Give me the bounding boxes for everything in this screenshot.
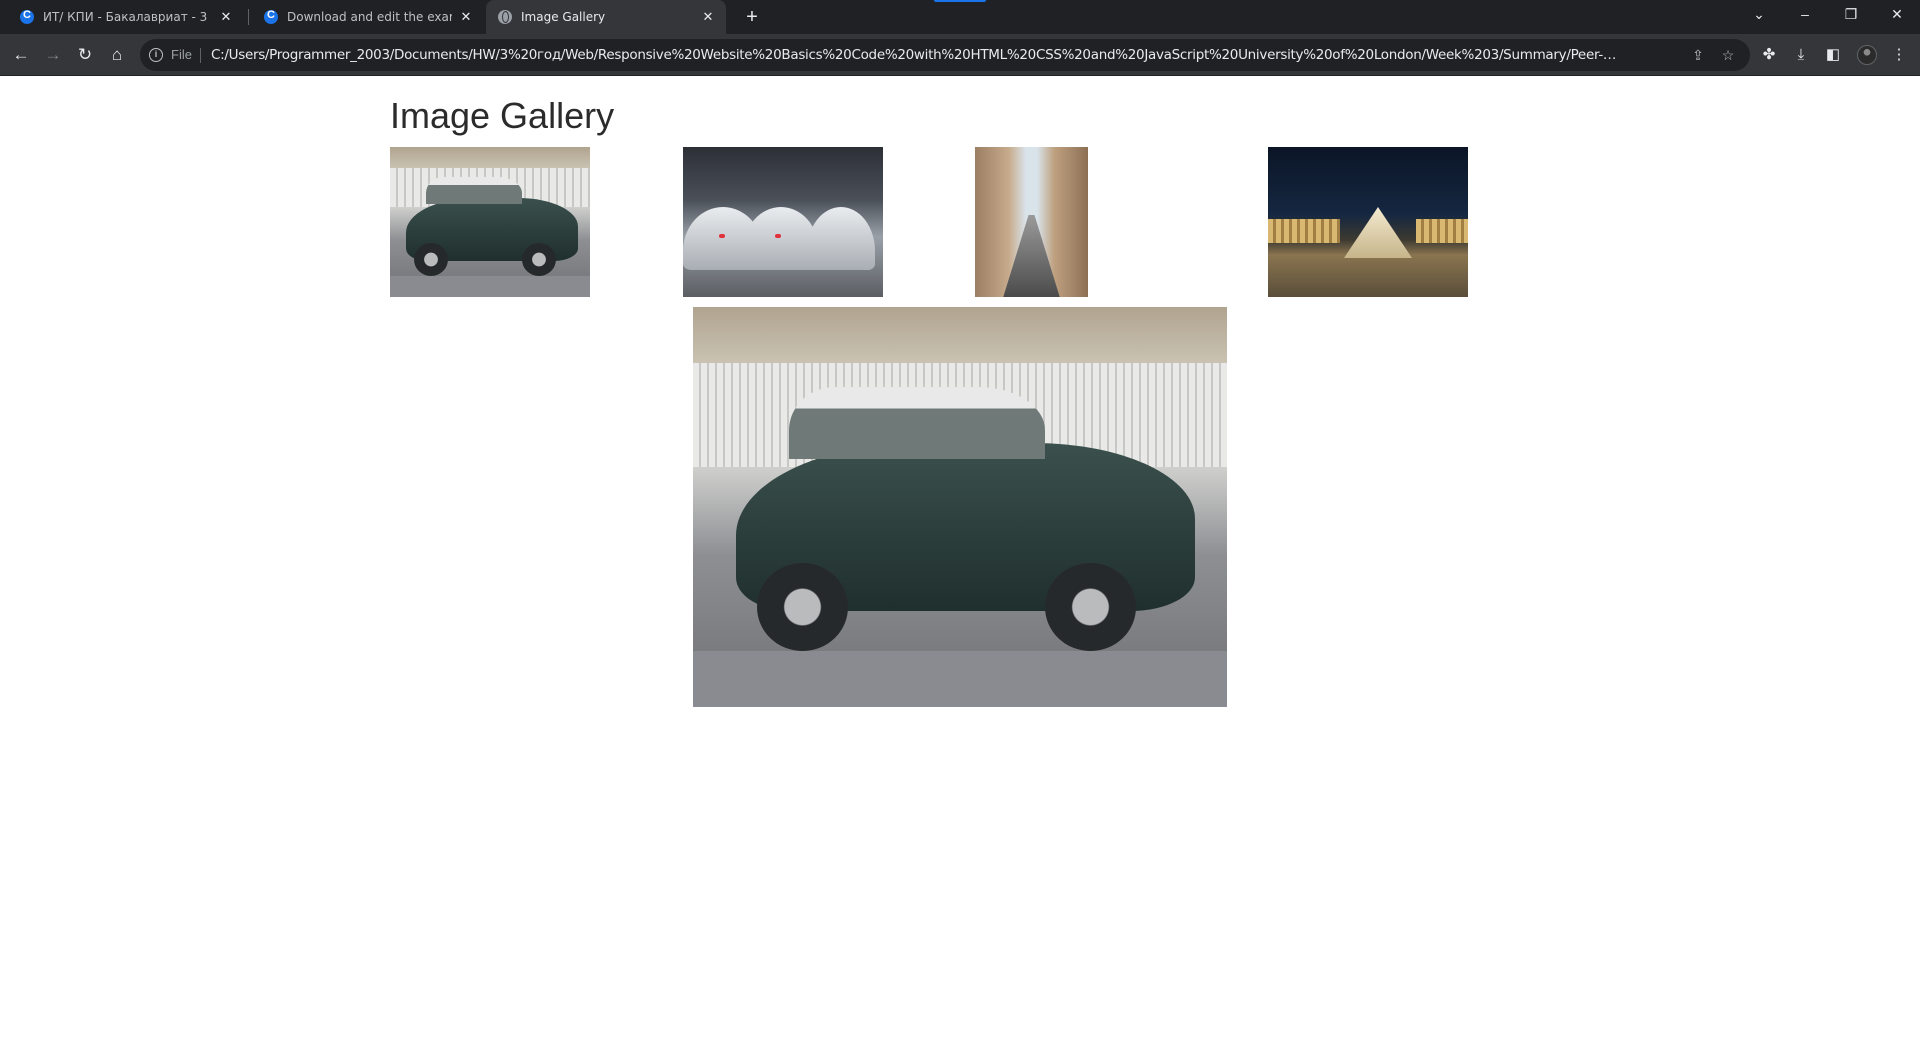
address-bar[interactable]: i File C:/Users/Programmer_2003/Document… xyxy=(140,39,1750,71)
street-photo xyxy=(975,147,1088,297)
tab-title: Download and edit the example xyxy=(287,10,452,24)
car-photo xyxy=(390,147,590,297)
restore-button[interactable]: ❐ xyxy=(1828,0,1874,30)
forward-arrow-icon[interactable]: → xyxy=(39,41,67,69)
side-panel-icon[interactable]: ◧ xyxy=(1821,43,1845,67)
browser-toolbar: ← → ↻ ⌂ i File C:/Users/Programmer_2003/… xyxy=(0,34,1920,76)
info-icon[interactable]: i xyxy=(149,48,163,62)
main-image-car xyxy=(693,307,1227,707)
bookmark-star-icon[interactable]: ☆ xyxy=(1718,45,1738,65)
minimize-button[interactable]: – xyxy=(1782,0,1828,30)
thumbnail-louvre-at-night[interactable] xyxy=(1268,147,1468,297)
home-icon[interactable]: ⌂ xyxy=(103,41,131,69)
thumbnail-street[interactable] xyxy=(975,147,1088,297)
thumbnail-car[interactable] xyxy=(390,147,590,297)
menu-kebab-icon[interactable]: ⋮ xyxy=(1887,43,1911,67)
close-icon[interactable]: ✕ xyxy=(700,10,716,25)
tab-title: Image Gallery xyxy=(521,10,606,24)
louvre-photo xyxy=(1268,147,1468,297)
page-content: Image Gallery xyxy=(0,77,1920,1040)
page-title: Image Gallery xyxy=(390,95,615,136)
tab-download-example[interactable]: Download and edit the example ✕ xyxy=(252,0,484,34)
tab-strip-accent xyxy=(934,0,986,2)
tab-search-chevron-icon[interactable]: ⌄ xyxy=(1736,0,1782,30)
close-icon[interactable]: ✕ xyxy=(458,10,474,25)
tab-strip: ИТ/ КПИ - Бакалавриат - 3 курс ✕ Downloa… xyxy=(0,0,1920,34)
close-window-button[interactable]: ✕ xyxy=(1874,0,1920,30)
scheme-label: File xyxy=(171,47,192,62)
back-arrow-icon[interactable]: ← xyxy=(7,41,35,69)
tab-course[interactable]: ИТ/ КПИ - Бакалавриат - 3 курс ✕ xyxy=(8,0,244,34)
share-icon[interactable]: ⇪ xyxy=(1688,45,1708,65)
globe-icon xyxy=(498,10,512,24)
url-text[interactable]: C:/Users/Programmer_2003/Documents/HW/3%… xyxy=(211,47,1621,63)
train-station-photo xyxy=(683,147,883,297)
tab-image-gallery[interactable]: Image Gallery ✕ xyxy=(486,0,726,34)
coursera-icon xyxy=(264,9,278,24)
download-icon[interactable]: ⤓ xyxy=(1789,43,1813,67)
tab-title: ИТ/ КПИ - Бакалавриат - 3 курс xyxy=(43,10,212,24)
car-photo-large xyxy=(693,307,1227,707)
new-tab-button[interactable]: + xyxy=(740,5,764,29)
tab-separator xyxy=(248,9,249,25)
coursera-icon xyxy=(20,9,34,24)
extensions-puzzle-icon[interactable]: ✤ xyxy=(1757,43,1781,67)
close-icon[interactable]: ✕ xyxy=(218,10,234,25)
reload-icon[interactable]: ↻ xyxy=(71,41,99,69)
profile-avatar[interactable] xyxy=(1857,45,1877,65)
thumbnail-train-station[interactable] xyxy=(683,147,883,297)
divider xyxy=(200,48,201,63)
